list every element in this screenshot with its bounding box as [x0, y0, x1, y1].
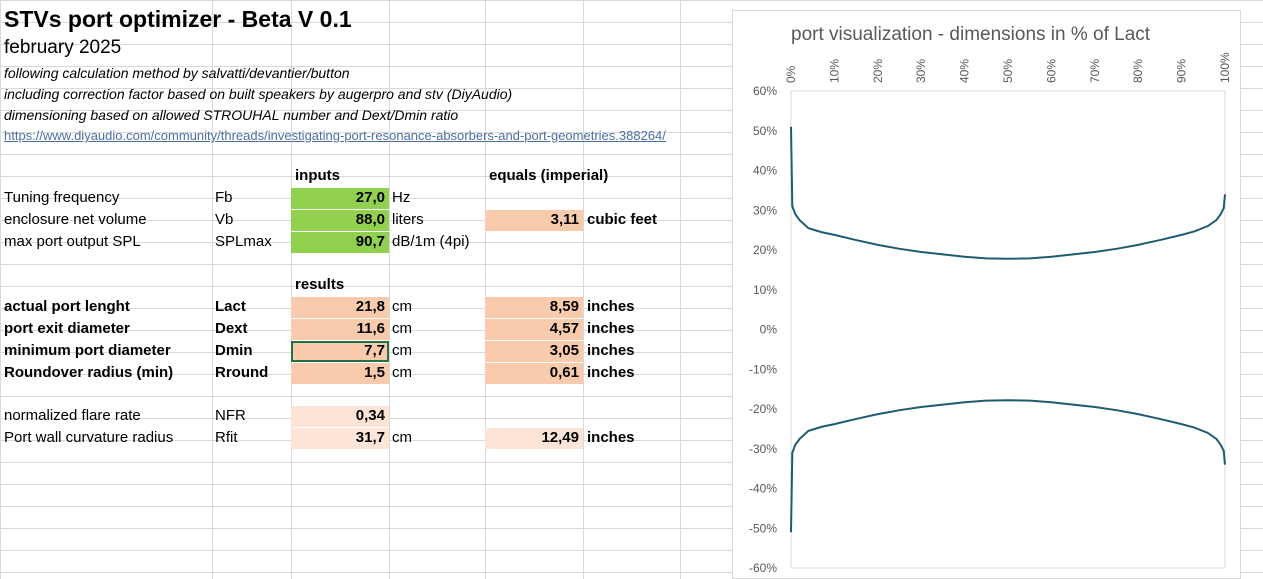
plot-area [790, 90, 1226, 569]
y-tick-label: -10% [749, 362, 777, 376]
result-label: actual port lenght [4, 298, 130, 315]
result-label: Roundover radius (min) [4, 364, 174, 381]
imperial-value[interactable]: 4,57 [485, 319, 583, 340]
port-length-value[interactable]: 21,8 [291, 297, 389, 318]
result-label: minimum port diameter [4, 342, 171, 359]
flare-rate-value[interactable]: 0,34 [291, 406, 389, 427]
input-unit: Hz [392, 189, 411, 206]
port-visualization-chart[interactable]: port visualization - dimensions in % of … [732, 10, 1241, 579]
sheet-date: february 2025 [4, 37, 122, 58]
y-tick-label: 30% [753, 203, 777, 217]
imperial-value[interactable]: 8,59 [485, 297, 583, 318]
extra-unit: cm [392, 429, 412, 446]
imperial-unit: cubic feet [587, 211, 658, 228]
max-spl-input[interactable]: 90,7 [291, 232, 389, 253]
extra-symbol: Rfit [215, 429, 238, 446]
x-tick-label: 100% [1218, 52, 1232, 83]
x-tick-label: 80% [1131, 59, 1145, 83]
imperial-unit: inches [587, 364, 635, 381]
curvature-radius-value[interactable]: 31,7 [291, 428, 389, 449]
x-tick-label: 50% [1001, 59, 1015, 83]
extra-label: normalized flare rate [4, 407, 141, 424]
result-unit: cm [392, 320, 412, 337]
y-tick-label: 40% [753, 164, 777, 178]
inputs-heading: inputs [295, 167, 340, 184]
correction-note: including correction factor based on bui… [4, 86, 513, 102]
input-label: enclosure net volume [4, 211, 147, 228]
result-label: port exit diameter [4, 320, 130, 337]
imperial-unit: inches [587, 429, 635, 446]
y-tick-label: 60% [753, 84, 777, 98]
x-tick-label: 10% [827, 59, 841, 83]
input-label: Tuning frequency [4, 189, 120, 206]
x-tick-label: 40% [958, 59, 972, 83]
exit-diameter-value[interactable]: 11,6 [291, 319, 389, 340]
tuning-frequency-input[interactable]: 27,0 [291, 188, 389, 209]
net-volume-input[interactable]: 88,0 [291, 210, 389, 231]
y-tick-label: -30% [749, 442, 777, 456]
y-tick-label: -20% [749, 402, 777, 416]
input-symbol: Fb [215, 189, 233, 206]
x-tick-label: 90% [1175, 59, 1189, 83]
sheet-title: STVs port optimizer - Beta V 0.1 [4, 6, 352, 32]
result-unit: cm [392, 298, 412, 315]
x-tick-label: 60% [1044, 59, 1058, 83]
input-unit: liters [392, 211, 424, 228]
min-diameter-value[interactable]: 7,7 [291, 341, 389, 362]
result-unit: cm [392, 342, 412, 359]
extra-label: Port wall curvature radius [4, 429, 174, 446]
extra-symbol: NFR [215, 407, 246, 424]
x-tick-label: 0% [784, 65, 798, 83]
y-tick-label: 50% [753, 124, 777, 138]
upper-port-wall-line [790, 126, 1226, 260]
result-symbol: Lact [215, 298, 246, 315]
result-unit: cm [392, 364, 412, 381]
result-symbol: Rround [215, 364, 269, 381]
imperial-value[interactable]: 3,05 [485, 341, 583, 362]
imperial-heading: equals (imperial) [489, 167, 609, 184]
input-symbol: SPLmax [215, 233, 272, 250]
imperial-unit: inches [587, 342, 635, 359]
imperial-value[interactable]: 12,49 [485, 428, 583, 449]
y-tick-label: -50% [749, 521, 777, 535]
y-tick-label: 10% [753, 283, 777, 297]
result-symbol: Dmin [215, 342, 253, 359]
result-symbol: Dext [215, 320, 248, 337]
y-tick-label: -40% [749, 482, 777, 496]
x-tick-label: 30% [914, 59, 928, 83]
roundover-radius-value[interactable]: 1,5 [291, 363, 389, 384]
chart-plot: 60% 50% 40% 30% 20% 10% 0% -10% -20% -30% -40% -50%… [749, 52, 1232, 575]
imperial-unit: inches [587, 298, 635, 315]
input-symbol: Vb [215, 211, 234, 228]
input-unit: dB/1m (4pi) [392, 233, 470, 250]
input-label: max port output SPL [4, 233, 141, 250]
method-note: following calculation method by salvatti… [4, 65, 350, 81]
imperial-value[interactable]: 0,61 [485, 363, 583, 384]
results-heading: results [295, 276, 345, 293]
y-tick-label: 0% [760, 323, 778, 337]
y-tick-label: -60% [749, 561, 777, 575]
imperial-unit: inches [587, 320, 635, 337]
dimensioning-note: dimensioning based on allowed STROUHAL n… [4, 107, 459, 123]
x-tick-label: 70% [1088, 59, 1102, 83]
reference-link-cell: https://www.diyaudio.com/community/threa… [4, 126, 666, 146]
imperial-value[interactable]: 3,11 [485, 210, 583, 231]
reference-link[interactable]: https://www.diyaudio.com/community/threa… [4, 128, 666, 143]
y-tick-label: 20% [753, 243, 777, 257]
x-tick-label: 20% [871, 59, 885, 83]
lower-port-wall-line [790, 399, 1226, 533]
